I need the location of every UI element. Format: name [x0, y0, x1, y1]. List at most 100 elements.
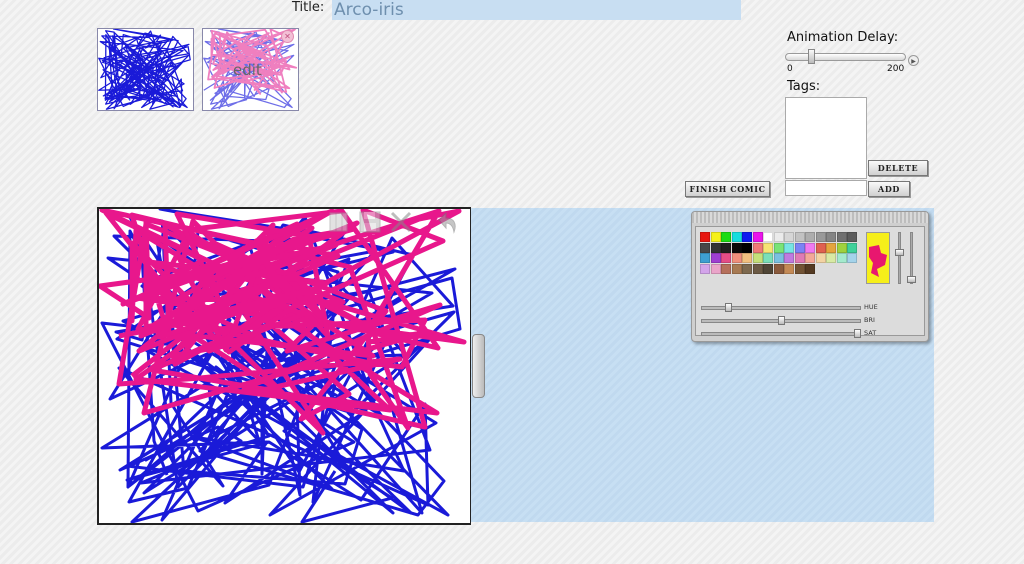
- add-tag-button[interactable]: ADD: [868, 181, 910, 197]
- edit-label[interactable]: edit: [233, 61, 262, 79]
- animation-delay-slider-thumb[interactable]: [808, 49, 815, 64]
- color-swatch[interactable]: [815, 253, 826, 263]
- color-swatch[interactable]: [773, 242, 784, 253]
- saturation-slider[interactable]: [701, 329, 861, 338]
- color-swatch[interactable]: [784, 242, 794, 253]
- canvas-drawing: [99, 209, 467, 523]
- vertical-slider-1-thumb[interactable]: [895, 249, 904, 256]
- play-icon[interactable]: ▶: [908, 55, 919, 66]
- color-swatch[interactable]: [700, 263, 710, 274]
- animation-delay-slider[interactable]: [785, 53, 906, 61]
- color-swatch[interactable]: [710, 253, 721, 263]
- color-swatch[interactable]: [826, 232, 836, 242]
- finish-comic-button[interactable]: FINISH COMIC: [685, 181, 770, 197]
- color-swatch[interactable]: [700, 242, 710, 253]
- color-swatch[interactable]: [742, 242, 752, 253]
- palette-body: HUE BRI SAT: [695, 226, 925, 338]
- color-swatch[interactable]: [752, 253, 763, 263]
- tag-input[interactable]: [785, 180, 867, 196]
- color-swatch[interactable]: [847, 253, 857, 263]
- color-swatch[interactable]: [784, 232, 794, 242]
- saturation-slider-thumb[interactable]: [854, 329, 861, 338]
- color-swatch[interactable]: [815, 242, 826, 253]
- color-preview: [866, 232, 890, 284]
- color-swatch[interactable]: [794, 253, 805, 263]
- save-icon[interactable]: [358, 210, 382, 234]
- color-swatch[interactable]: [731, 253, 742, 263]
- color-swatch[interactable]: [773, 253, 784, 263]
- frame-1-drawing: [98, 29, 191, 110]
- color-swatch[interactable]: [836, 232, 847, 242]
- color-swatch[interactable]: [763, 242, 773, 253]
- undo-icon[interactable]: [434, 210, 460, 234]
- tags-label: Tags:: [787, 79, 821, 94]
- color-swatch[interactable]: [763, 263, 773, 274]
- color-swatch[interactable]: [710, 263, 721, 274]
- color-swatch[interactable]: [700, 232, 710, 242]
- drawing-canvas[interactable]: [97, 207, 471, 525]
- saturation-label: SAT: [864, 329, 877, 337]
- color-swatch[interactable]: [836, 253, 847, 263]
- grid-icon[interactable]: [328, 210, 350, 234]
- color-swatch[interactable]: [763, 232, 773, 242]
- color-swatch[interactable]: [805, 232, 815, 242]
- hue-label: HUE: [864, 303, 878, 311]
- color-swatch[interactable]: [721, 242, 731, 253]
- hue-slider[interactable]: [701, 303, 861, 312]
- delete-frame-icon[interactable]: ✕: [281, 30, 294, 43]
- color-swatch[interactable]: [826, 242, 836, 253]
- color-swatch[interactable]: [847, 242, 857, 253]
- canvas-resize-handle[interactable]: [472, 334, 485, 398]
- title-label: Title:: [292, 0, 325, 15]
- color-swatch[interactable]: [752, 263, 763, 274]
- color-palette-panel: HUE BRI SAT: [691, 211, 929, 342]
- color-swatch[interactable]: [700, 253, 710, 263]
- color-swatch[interactable]: [794, 242, 805, 253]
- color-swatch[interactable]: [752, 242, 763, 253]
- color-swatch[interactable]: [742, 232, 752, 242]
- color-preview-swatch: [867, 233, 889, 283]
- delay-min-label: 0: [787, 64, 793, 74]
- color-swatch[interactable]: [847, 232, 857, 242]
- color-swatch[interactable]: [731, 232, 742, 242]
- animation-delay-label: Animation Delay:: [787, 30, 899, 45]
- color-swatch[interactable]: [721, 263, 731, 274]
- color-swatch[interactable]: [710, 242, 721, 253]
- color-swatch[interactable]: [752, 232, 763, 242]
- delete-tag-button[interactable]: DELETE: [868, 160, 928, 176]
- color-swatch[interactable]: [773, 263, 784, 274]
- color-swatch[interactable]: [784, 263, 794, 274]
- hue-slider-thumb[interactable]: [725, 303, 732, 312]
- color-swatch[interactable]: [826, 253, 836, 263]
- close-icon[interactable]: [389, 210, 413, 234]
- color-swatch[interactable]: [721, 232, 731, 242]
- color-swatch[interactable]: [710, 232, 721, 242]
- vertical-slider-2[interactable]: [907, 232, 916, 284]
- title-input[interactable]: [332, 0, 741, 20]
- color-swatches: [700, 232, 857, 282]
- color-swatch[interactable]: [721, 253, 731, 263]
- color-swatch[interactable]: [805, 263, 815, 274]
- tags-list[interactable]: [785, 97, 867, 179]
- color-swatch[interactable]: [742, 263, 752, 274]
- frame-thumbnail-1[interactable]: [97, 28, 194, 111]
- brightness-label: BRI: [864, 316, 875, 324]
- color-swatch[interactable]: [731, 263, 742, 274]
- brightness-slider[interactable]: [701, 316, 861, 325]
- brightness-slider-thumb[interactable]: [778, 316, 785, 325]
- color-swatch[interactable]: [763, 253, 773, 263]
- color-swatch[interactable]: [773, 232, 784, 242]
- color-swatch[interactable]: [731, 242, 742, 253]
- color-swatch[interactable]: [836, 242, 847, 253]
- color-swatch[interactable]: [805, 253, 815, 263]
- vertical-slider-1[interactable]: [895, 232, 904, 284]
- palette-drag-handle[interactable]: [692, 212, 928, 223]
- color-swatch[interactable]: [815, 232, 826, 242]
- color-swatch[interactable]: [794, 263, 805, 274]
- color-swatch[interactable]: [805, 242, 815, 253]
- color-swatch[interactable]: [784, 253, 794, 263]
- vertical-slider-2-thumb[interactable]: [907, 276, 916, 283]
- color-swatch[interactable]: [742, 253, 752, 263]
- color-swatch[interactable]: [794, 232, 805, 242]
- delay-max-label: 200: [887, 64, 905, 74]
